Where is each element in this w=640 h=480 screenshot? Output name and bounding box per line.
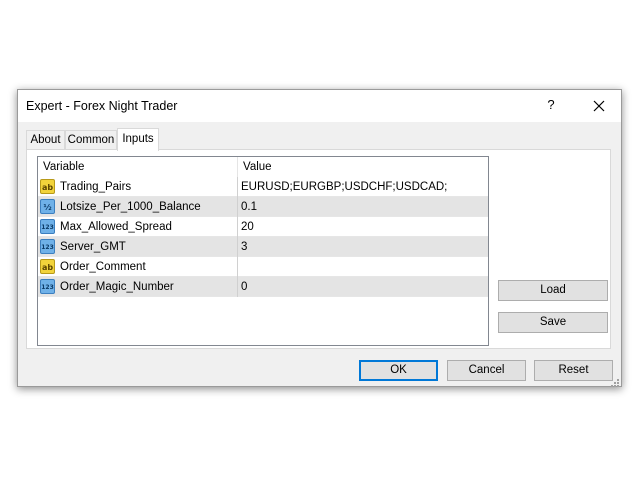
integer-icon: 123 [40,279,55,294]
cell-divider [237,237,238,257]
variable-name: Lotsize_Per_1000_Balance [60,201,201,213]
help-button[interactable]: ? [543,97,559,112]
ok-button[interactable]: OK [359,360,438,381]
svg-text:ab: ab [42,183,53,192]
variable-name: Order_Comment [60,261,146,273]
inputs-panel: Variable Value ab Trading_Pairs EURUSD;EUR… [26,149,611,349]
expert-properties-dialog: Expert - Forex Night Trader ? About Comm… [17,89,622,387]
input-row-trading-pairs[interactable]: ab Trading_Pairs EURUSD;EURGBP;USDCHF;USDC… [38,177,488,197]
variable-name: Max_Allowed_Spread [60,221,172,233]
cancel-button[interactable]: Cancel [447,360,526,381]
input-row-max-allowed-spread[interactable]: 123 Max_Allowed_Spread 20 [38,217,488,237]
string-icon: ab [40,259,55,274]
resize-grip-icon[interactable] [610,375,620,387]
tab-about[interactable]: About [26,130,65,149]
cell-divider [237,197,238,217]
save-button[interactable]: Save [498,312,608,333]
string-icon: ab [40,179,55,194]
grid-header: Variable Value [38,157,488,177]
title-bar: Expert - Forex Night Trader ? [18,90,621,122]
variable-value[interactable]: 3 [241,237,247,257]
tab-inputs[interactable]: Inputs [117,128,159,151]
input-row-order-magic-number[interactable]: 123 Order_Magic_Number 0 [38,277,488,297]
integer-icon: 123 [40,239,55,254]
variable-value[interactable]: EURUSD;EURGBP;USDCHF;USDCAD; [241,177,447,197]
variable-value[interactable]: 0 [241,277,247,297]
cell-divider [237,277,238,297]
svg-text:123: 123 [41,224,54,231]
cell-divider [237,217,238,237]
double-icon: ½ [40,199,55,214]
svg-text:123: 123 [41,284,54,291]
reset-button[interactable]: Reset [534,360,613,381]
input-row-order-comment[interactable]: ab Order_Comment [38,257,488,277]
load-button[interactable]: Load [498,280,608,301]
integer-icon: 123 [40,219,55,234]
variable-value[interactable]: 0.1 [241,197,257,217]
svg-text:123: 123 [41,244,54,251]
close-icon[interactable] [591,98,607,114]
input-row-lotsize-per-1000-balance[interactable]: ½ Lotsize_Per_1000_Balance 0.1 [38,197,488,217]
inputs-grid: Variable Value ab Trading_Pairs EURUSD;EUR… [37,156,489,346]
input-row-server-gmt[interactable]: 123 Server_GMT 3 [38,237,488,257]
column-header-variable[interactable]: Variable [38,157,237,177]
svg-text:ab: ab [42,263,53,272]
variable-name: Server_GMT [60,241,126,253]
variable-value[interactable]: 20 [241,217,254,237]
variable-name: Order_Magic_Number [60,281,174,293]
tab-common[interactable]: Common [65,130,117,149]
variable-name: Trading_Pairs [60,181,132,193]
cell-divider [237,257,238,277]
window-title: Expert - Forex Night Trader [26,99,178,113]
column-header-value[interactable]: Value [238,157,488,177]
svg-text:½: ½ [43,202,51,212]
cell-divider [237,177,238,197]
